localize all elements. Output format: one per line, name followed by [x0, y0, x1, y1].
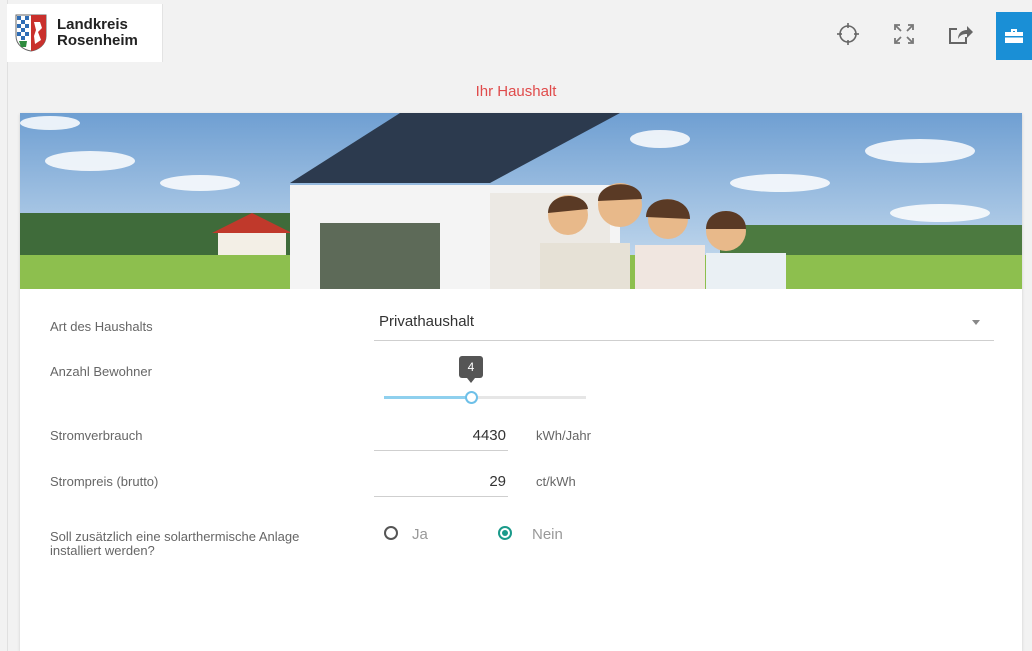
logo-line-2: Rosenheim: [57, 32, 138, 49]
radio-no[interactable]: [498, 526, 512, 540]
solarthermal-label-line-2: installiert werden?: [50, 543, 155, 558]
price-unit: ct/kWh: [536, 474, 576, 489]
residents-value-bubble: 4: [459, 356, 483, 383]
locate-button[interactable]: [832, 18, 864, 50]
household-type-label: Art des Haushalts: [50, 319, 153, 334]
share-icon: [949, 26, 973, 44]
radio-no-label[interactable]: Nein: [532, 526, 563, 543]
household-card: Art des Haushalts Privathaushalt Anzahl …: [20, 113, 1022, 651]
residents-label: Anzahl Bewohner: [50, 364, 152, 379]
coat-of-arms-icon: [15, 14, 47, 52]
household-type-select[interactable]: Privathaushalt: [374, 309, 994, 341]
radio-yes[interactable]: [384, 526, 398, 540]
price-input[interactable]: 29: [374, 465, 508, 497]
logo-line-1: Landkreis: [57, 16, 128, 33]
price-label: Strompreis (brutto): [50, 474, 159, 489]
consumption-input[interactable]: 4430: [374, 419, 508, 451]
page-title: Ihr Haushalt: [475, 83, 557, 100]
consumption-label: Stromverbrauch: [50, 428, 143, 443]
crosshair-icon: [837, 23, 859, 45]
household-type-value: Privathaushalt: [379, 313, 475, 330]
share-button[interactable]: [944, 18, 976, 50]
chevron-down-icon: [972, 320, 980, 325]
slider-thumb[interactable]: [464, 391, 478, 404]
banner-image: [20, 113, 1022, 289]
toolbox-icon: [1005, 29, 1023, 43]
radio-yes-label[interactable]: Ja: [412, 526, 428, 543]
fullscreen-button[interactable]: [888, 18, 920, 50]
logo[interactable]: Landkreis Rosenheim: [7, 4, 163, 62]
solarthermal-label-line-1: Soll zusätzlich eine solarthermische Anl…: [50, 529, 300, 544]
solarthermal-label: Soll zusätzlich eine solarthermische Anl…: [50, 530, 299, 558]
fullscreen-icon: [894, 24, 914, 44]
consumption-unit: kWh/Jahr: [536, 428, 591, 443]
toolbox-button[interactable]: [996, 12, 1032, 60]
residents-slider[interactable]: [384, 389, 586, 407]
slider-fill: [384, 396, 471, 399]
